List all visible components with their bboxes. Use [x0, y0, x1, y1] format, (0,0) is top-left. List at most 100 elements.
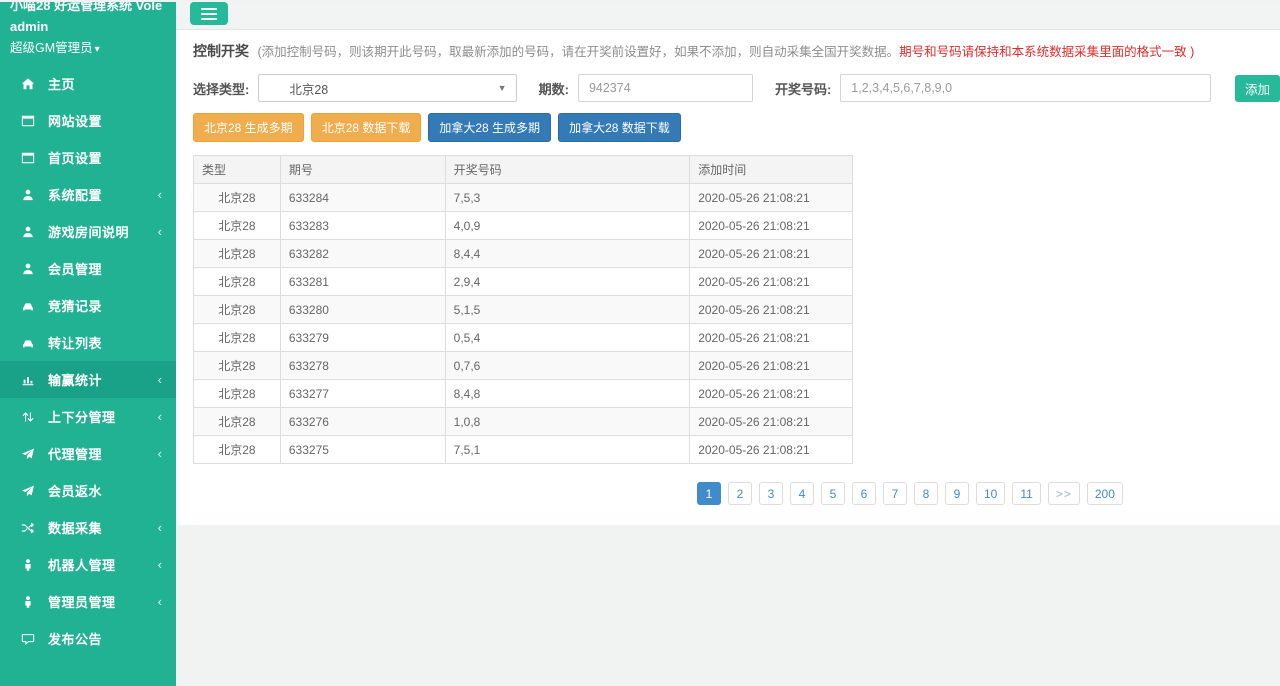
pagination-page-8[interactable]: 8 — [914, 482, 938, 505]
pagination-page-9[interactable]: 9 — [945, 482, 969, 505]
sidebar-item-bet-records[interactable]: 竞猜记录 — [0, 287, 176, 324]
sidebar-item-robot-management[interactable]: 机器人管理 ‹ — [0, 546, 176, 583]
pagination-page-1[interactable]: 1 — [697, 482, 721, 505]
admin-icon — [21, 595, 35, 609]
cell-type: 北京28 — [194, 380, 281, 408]
sidebar-item-label: 竞猜记录 — [48, 296, 102, 315]
cell-issue: 633276 — [280, 408, 445, 436]
hamburger-icon — [201, 8, 217, 10]
control-form: 选择类型: 北京28 ▼ 期数: 开奖号码: 添加 — [176, 64, 1280, 102]
cell-issue: 633281 — [280, 268, 445, 296]
sidebar-item-label: 数据采集 — [48, 518, 102, 537]
number-input[interactable] — [840, 74, 1211, 102]
sidebar-item-admin-management[interactable]: 管理员管理‹ — [0, 583, 176, 620]
main-area: 控制开奖 (添加控制号码，则该期开此号码，取最新添加的号码，请在开奖前设置好，如… — [176, 2, 1280, 686]
robot-icon — [21, 558, 35, 572]
cell-numbers: 0,5,4 — [445, 324, 690, 352]
sidebar-item-game-room-info[interactable]: 游戏房间说明‹ — [0, 213, 176, 250]
number-label: 开奖号码: — [775, 79, 831, 98]
cell-added-time: 2020-05-26 21:08:21 — [690, 296, 853, 324]
app-title: 小喵28 好运管理系统 Vole — [10, 2, 176, 14]
role-dropdown[interactable]: 超级GM管理员▾ — [10, 37, 176, 56]
sidebar-item-site-settings[interactable]: 网站设置 — [0, 102, 176, 139]
pagination-last-button[interactable]: 200 — [1087, 482, 1123, 505]
cell-added-time: 2020-05-26 21:08:21 — [690, 212, 853, 240]
sidebar-item-label: 发布公告 — [48, 629, 102, 648]
page-subtitle-warning: 期号和号码请保持和本系统数据采集里面的格式一致 ) — [899, 45, 1194, 59]
bj28-download-button[interactable]: 北京28 数据下载 — [311, 113, 422, 142]
sidebar-item-member-rebate[interactable]: 会员返水 — [0, 472, 176, 509]
home-icon — [21, 77, 35, 91]
chevron-left-icon: ‹ — [158, 557, 162, 572]
cell-type: 北京28 — [194, 184, 281, 212]
action-buttons-row: 北京28 生成多期北京28 数据下载加拿大28 生成多期加拿大28 数据下载 — [176, 102, 1280, 142]
issue-input[interactable] — [578, 74, 753, 102]
chevron-left-icon: ‹ — [158, 409, 162, 424]
sidebar-item-label: 会员返水 — [48, 481, 102, 500]
issue-label: 期数: — [539, 79, 569, 98]
pagination-page-11[interactable]: 11 — [1012, 482, 1040, 505]
user-icon — [21, 188, 35, 202]
sidebar-item-label: 机器人管理 — [48, 555, 116, 574]
table-row: 北京286332805,1,52020-05-26 21:08:21 — [194, 296, 853, 324]
car-icon — [21, 336, 35, 350]
user-icon — [21, 262, 35, 276]
sidebar-menu: 主页网站设置首页设置系统配置‹游戏房间说明‹会员管理竞猜记录转让列表输赢统计‹上… — [0, 65, 176, 657]
cell-added-time: 2020-05-26 21:08:21 — [690, 408, 853, 436]
pagination: 123456789 10 11 >> 200 — [697, 482, 1280, 505]
chart-icon — [21, 373, 35, 387]
column-header: 添加时间 — [690, 156, 853, 184]
window-icon — [21, 114, 35, 128]
cell-type: 北京28 — [194, 240, 281, 268]
sidebar-item-agent-management[interactable]: 代理管理‹ — [0, 435, 176, 472]
table-row: 北京286332780,7,62020-05-26 21:08:21 — [194, 352, 853, 380]
add-button[interactable]: 添加 — [1235, 75, 1280, 102]
username: admin — [10, 19, 176, 34]
type-select[interactable]: 北京28 ▼ — [258, 74, 516, 102]
pagination-page-3[interactable]: 3 — [759, 482, 783, 505]
ca28-download-button[interactable]: 加拿大28 数据下载 — [558, 113, 681, 142]
sidebar-item-publish-announcement[interactable]: 发布公告 — [0, 620, 176, 657]
cell-added-time: 2020-05-26 21:08:21 — [690, 240, 853, 268]
chevron-left-icon: ‹ — [158, 520, 162, 535]
pagination-next-button[interactable]: >> — [1048, 482, 1080, 505]
cell-issue: 633279 — [280, 324, 445, 352]
sidebar-item-member-management[interactable]: 会员管理 — [0, 250, 176, 287]
cell-numbers: 4,0,9 — [445, 212, 690, 240]
window-icon — [21, 151, 35, 165]
comment-icon — [21, 632, 35, 646]
chevron-left-icon: ‹ — [158, 224, 162, 239]
pagination-page-5[interactable]: 5 — [821, 482, 845, 505]
ca28-generate-button[interactable]: 加拿大28 生成多期 — [428, 113, 551, 142]
page-subtitle: (添加控制号码，则该期开此号码，取最新添加的号码，请在开奖前设置好，如果不添加，… — [257, 45, 899, 59]
cell-issue: 633278 — [280, 352, 445, 380]
user-icon — [21, 225, 35, 239]
pagination-page-10[interactable]: 10 — [976, 482, 1005, 505]
pagination-page-4[interactable]: 4 — [790, 482, 814, 505]
sidebar-item-points-management[interactable]: 上下分管理‹ — [0, 398, 176, 435]
sidebar-item-win-loss-stats[interactable]: 输赢统计‹ — [0, 361, 176, 398]
pagination-page-7[interactable]: 7 — [883, 482, 907, 505]
caret-down-icon: ▾ — [95, 44, 100, 55]
sidebar-item-system-config[interactable]: 系统配置 ‹ — [0, 176, 176, 213]
sidebar-item-transfer-list[interactable]: 转让列表 — [0, 324, 176, 361]
table-row: 北京286332778,4,82020-05-26 21:08:21 — [194, 380, 853, 408]
menu-toggle-button[interactable] — [190, 2, 228, 25]
sidebar-item-homepage-settings[interactable]: 首页设置 — [0, 139, 176, 176]
pagination-page-6[interactable]: 6 — [852, 482, 876, 505]
sidebar-item-home[interactable]: 主页 — [0, 65, 176, 102]
cell-issue: 633284 — [280, 184, 445, 212]
pagination-page-2[interactable]: 2 — [728, 482, 752, 505]
select-caret-icon: ▼ — [498, 83, 507, 93]
sidebar-item-data-collection[interactable]: 数据采集 ‹ — [0, 509, 176, 546]
bj28-generate-button[interactable]: 北京28 生成多期 — [193, 113, 304, 142]
table-row: 北京286332790,5,42020-05-26 21:08:21 — [194, 324, 853, 352]
cell-numbers: 5,1,5 — [445, 296, 690, 324]
type-label: 选择类型: — [193, 79, 249, 98]
chevron-left-icon: ‹ — [158, 187, 162, 202]
cell-type: 北京28 — [194, 268, 281, 296]
chevron-left-icon: ‹ — [158, 594, 162, 609]
table-row: 北京286332834,0,92020-05-26 21:08:21 — [194, 212, 853, 240]
cell-numbers: 7,5,1 — [445, 436, 690, 464]
sidebar-item-label: 系统配置 — [48, 185, 102, 204]
